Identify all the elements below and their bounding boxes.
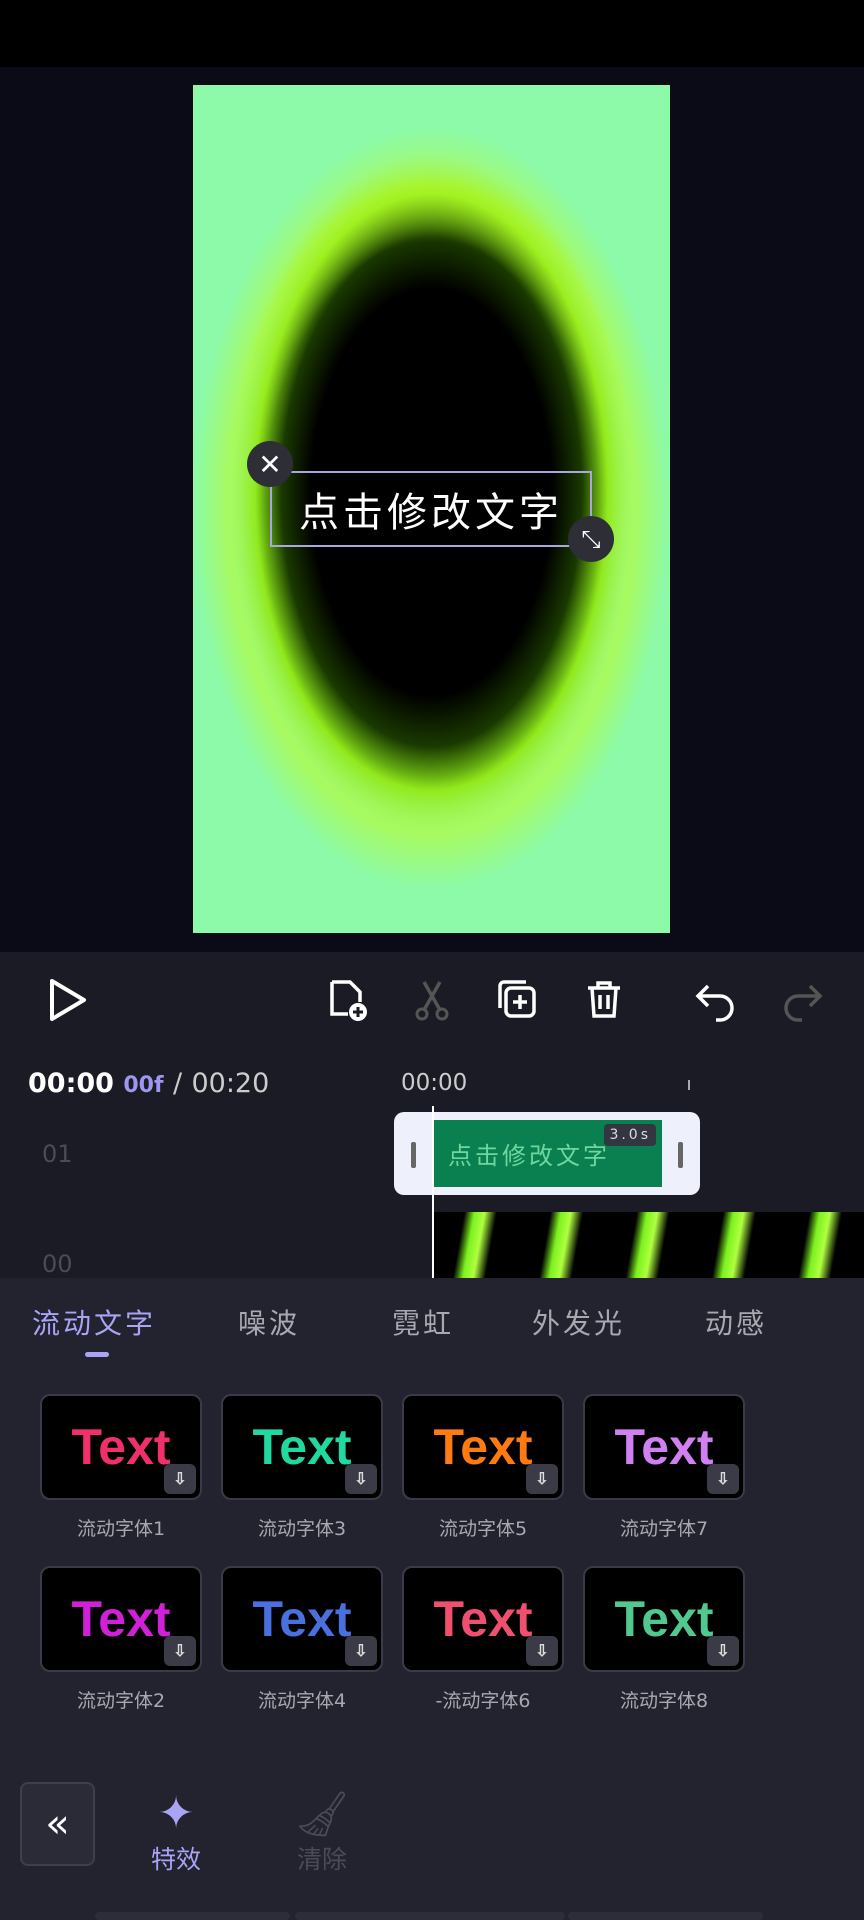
nav-effects-label: 特效 bbox=[150, 1845, 201, 1874]
preset-label: 流动字体8 bbox=[619, 1690, 709, 1712]
preset-sample: Text bbox=[433, 1591, 533, 1647]
preset-card[interactable]: Text ⇩ bbox=[583, 1394, 745, 1500]
time-separator: / bbox=[172, 1068, 183, 1099]
tab-flowing-text[interactable]: 流动文字 bbox=[32, 1302, 156, 1342]
track-label: 01 bbox=[42, 1140, 73, 1168]
preset-label: 流动字体4 bbox=[257, 1690, 347, 1712]
preset-sample: Text bbox=[252, 1591, 352, 1647]
brush-icon: 🧹︎ bbox=[294, 1789, 350, 1840]
add-clip-icon[interactable] bbox=[324, 976, 372, 1024]
close-icon[interactable]: ✕ bbox=[247, 441, 293, 487]
toolbar bbox=[0, 952, 864, 1047]
bottom-bar bbox=[95, 1912, 290, 1920]
total-time: 00:20 bbox=[191, 1068, 270, 1099]
preset-card[interactable]: Text ⇩ bbox=[40, 1394, 202, 1500]
tab-neon[interactable]: 霓虹 bbox=[392, 1302, 454, 1342]
cloud-download-icon[interactable]: ⇩ bbox=[707, 1464, 739, 1494]
preset-label: 流动字体2 bbox=[76, 1690, 166, 1712]
preset-sample: Text bbox=[614, 1419, 714, 1475]
preset-sample: Text bbox=[71, 1419, 171, 1475]
nav-effects[interactable]: ✦ 特效 bbox=[136, 1788, 216, 1876]
resize-icon[interactable]: ⤡ bbox=[568, 516, 614, 562]
double-chevron-left-icon: « bbox=[45, 1801, 70, 1847]
preset-label: 流动字体3 bbox=[257, 1518, 347, 1540]
preset-label: -流动字体6 bbox=[435, 1690, 531, 1712]
cloud-download-icon[interactable]: ⇩ bbox=[345, 1636, 377, 1666]
clip-duration: 3.0s bbox=[604, 1124, 656, 1146]
bottom-bar bbox=[568, 1912, 763, 1920]
playhead[interactable] bbox=[432, 1106, 434, 1278]
preset-label: 流动字体5 bbox=[438, 1518, 528, 1540]
sparkle-icon: ✦ bbox=[157, 1788, 195, 1839]
cloud-download-icon[interactable]: ⇩ bbox=[707, 1636, 739, 1666]
duplicate-icon[interactable] bbox=[494, 976, 542, 1024]
undo-icon[interactable] bbox=[692, 976, 740, 1024]
cloud-download-icon[interactable]: ⇩ bbox=[164, 1636, 196, 1666]
preset-card[interactable]: Text ⇩ bbox=[583, 1566, 745, 1672]
bottom-bar bbox=[295, 1912, 565, 1920]
preset-card[interactable]: Text ⇩ bbox=[221, 1566, 383, 1672]
current-time: 00:00 bbox=[28, 1068, 114, 1099]
preset-sample: Text bbox=[71, 1591, 171, 1647]
preset-card[interactable]: Text ⇩ bbox=[221, 1394, 383, 1500]
clip-right-handle[interactable] bbox=[678, 1142, 683, 1168]
preset-card[interactable]: Text ⇩ bbox=[402, 1566, 564, 1672]
overlay-text: 点击修改文字 bbox=[299, 490, 563, 536]
text-clip[interactable]: 点击修改文字 3.0s bbox=[394, 1112, 700, 1195]
preset-card[interactable]: Text ⇩ bbox=[402, 1394, 564, 1500]
tab-indicator bbox=[85, 1352, 109, 1357]
delete-icon[interactable] bbox=[580, 976, 628, 1024]
preset-sample: Text bbox=[433, 1419, 533, 1475]
preset-label: 流动字体1 bbox=[76, 1518, 166, 1540]
tab-noise[interactable]: 噪波 bbox=[238, 1302, 300, 1342]
preset-label: 流动字体7 bbox=[619, 1518, 709, 1540]
back-button[interactable]: « bbox=[20, 1782, 95, 1866]
clip-text: 点击修改文字 bbox=[448, 1142, 610, 1170]
cloud-download-icon[interactable]: ⇩ bbox=[164, 1464, 196, 1494]
tab-dynamic[interactable]: 动感 bbox=[705, 1302, 767, 1342]
video-track-strip[interactable] bbox=[434, 1212, 864, 1278]
nav-clear[interactable]: 🧹︎ 清除 bbox=[282, 1788, 362, 1876]
nav-clear-label: 清除 bbox=[296, 1845, 347, 1874]
status-bar bbox=[0, 0, 864, 67]
tab-outer-glow[interactable]: 外发光 bbox=[532, 1302, 625, 1342]
time-display: 00:00 00f / 00:20 bbox=[28, 1068, 269, 1099]
split-icon[interactable] bbox=[408, 976, 456, 1024]
ruler-tick bbox=[688, 1080, 690, 1090]
clip-left-handle[interactable] bbox=[411, 1142, 416, 1168]
text-overlay-box[interactable]: 点击修改文字 bbox=[270, 471, 592, 547]
preset-sample: Text bbox=[252, 1419, 352, 1475]
ruler-start: 00:00 bbox=[401, 1070, 468, 1096]
cloud-download-icon[interactable]: ⇩ bbox=[526, 1464, 558, 1494]
track-label: 00 bbox=[42, 1250, 73, 1278]
cloud-download-icon[interactable]: ⇩ bbox=[526, 1636, 558, 1666]
play-icon[interactable] bbox=[44, 976, 92, 1024]
current-frame: 00f bbox=[123, 1073, 164, 1098]
redo-icon[interactable] bbox=[778, 976, 826, 1024]
preset-sample: Text bbox=[614, 1591, 714, 1647]
preset-card[interactable]: Text ⇩ bbox=[40, 1566, 202, 1672]
cloud-download-icon[interactable]: ⇩ bbox=[345, 1464, 377, 1494]
